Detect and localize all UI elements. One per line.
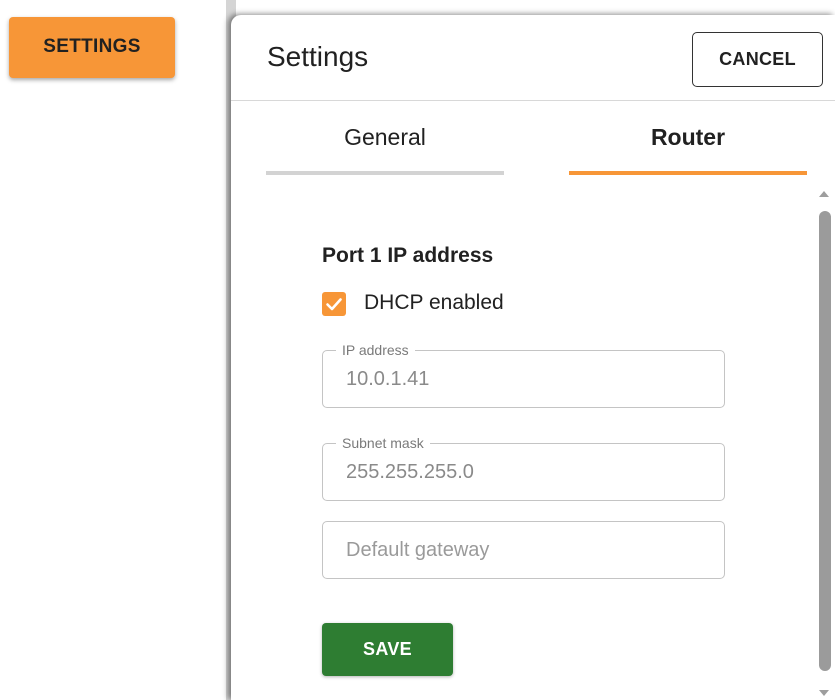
router-panel: Port 1 IP address DHCP enabled IP addres… (231, 175, 835, 700)
dhcp-checkbox[interactable] (322, 292, 346, 316)
dhcp-checkbox-label[interactable]: DHCP enabled (364, 291, 504, 315)
settings-dialog: Settings CANCEL General Router Port 1 IP… (231, 15, 835, 700)
default-gateway-field[interactable]: Default gateway (322, 521, 725, 579)
tab-router[interactable]: Router (569, 115, 807, 175)
tab-general[interactable]: General (266, 115, 504, 175)
vertical-scrollbar[interactable] (815, 185, 835, 700)
ip-address-field[interactable]: IP address 10.0.1.41 (322, 341, 725, 408)
subnet-mask-value: 255.255.255.0 (346, 461, 474, 483)
save-button[interactable]: SAVE (322, 623, 453, 676)
chevron-down-icon[interactable] (819, 690, 829, 696)
subnet-mask-label: Subnet mask (336, 434, 430, 452)
subnet-mask-field[interactable]: Subnet mask 255.255.255.0 (322, 434, 725, 501)
dialog-title: Settings (267, 41, 369, 72)
check-icon (326, 298, 342, 311)
settings-button[interactable]: SETTINGS (9, 17, 175, 78)
tab-router-label: Router (650, 124, 726, 150)
tab-general-label: General (344, 124, 426, 150)
ip-address-label: IP address (336, 341, 415, 359)
chevron-up-icon[interactable] (819, 191, 829, 197)
scrollbar-thumb[interactable] (819, 211, 831, 671)
ip-address-value: 10.0.1.41 (346, 368, 430, 390)
cancel-button[interactable]: CANCEL (692, 32, 823, 87)
section-title: Port 1 IP address (322, 244, 494, 267)
default-gateway-placeholder: Default gateway (346, 539, 490, 561)
dialog-header: Settings CANCEL (231, 15, 835, 101)
